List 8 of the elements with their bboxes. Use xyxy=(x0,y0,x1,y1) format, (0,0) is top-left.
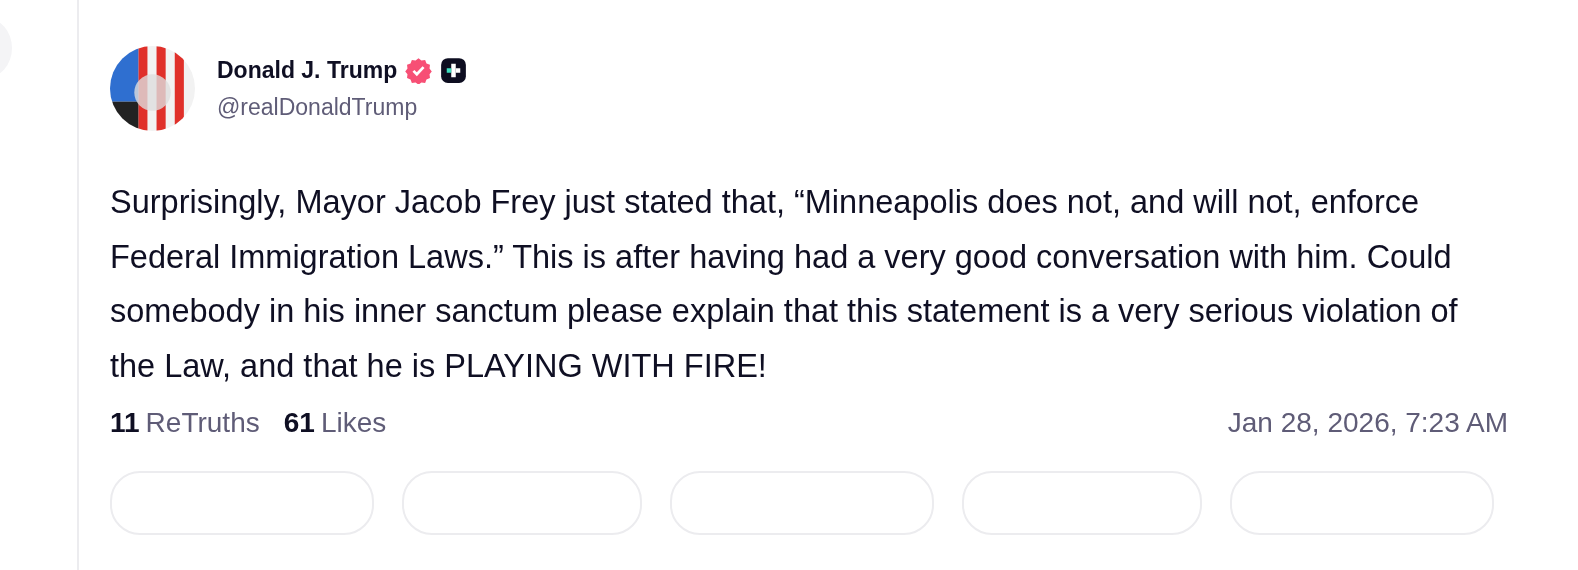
post-timestamp[interactable]: Jan 28, 2026, 7:23 AM xyxy=(1227,407,1508,439)
stat-count: 11 xyxy=(110,407,140,439)
stat-label[interactable]: Likes xyxy=(320,407,387,439)
author-name[interactable]: Donald J. Trump xyxy=(217,56,398,84)
author-handle[interactable]: @realDonaldTrump xyxy=(217,93,468,121)
post-text: Surprisingly, Mayor Jacob Frey just stated that, “Minneapolis does not, and will not, enforce Federal Immigration Laws.” This is after having had a very good conversation with him. Could somebody in his inner sanctum please explain that this statement is a very serious violation of the Law, and that he is PLAYING WITH FIRE! xyxy=(110,183,1459,386)
stat-label[interactable]: ReTruths xyxy=(145,407,260,439)
stat-count: 61 xyxy=(283,407,315,439)
